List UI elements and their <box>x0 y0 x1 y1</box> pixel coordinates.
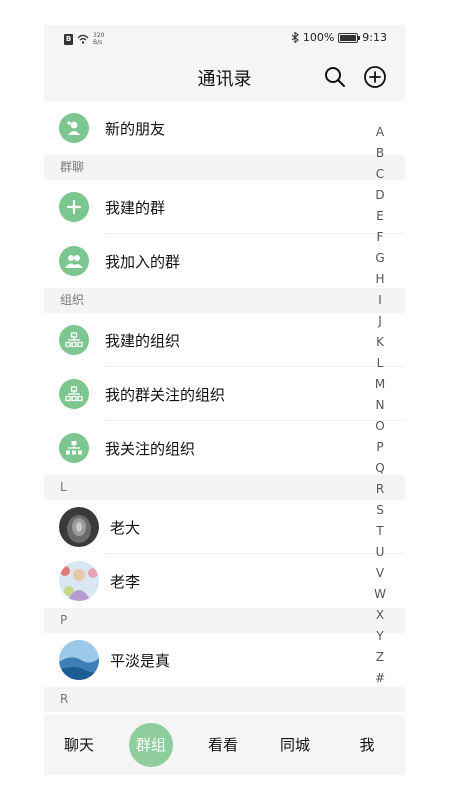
section-header-l: L <box>44 475 405 500</box>
index-letter[interactable]: D <box>374 185 386 206</box>
header-bar: 通讯录 <box>44 53 405 101</box>
index-letter[interactable]: A <box>374 122 386 143</box>
section-header-organizations: 组织 <box>44 288 405 313</box>
index-letter[interactable]: U <box>374 542 386 563</box>
avatar <box>59 507 99 547</box>
row-label: 我的群关注的组织 <box>105 386 226 404</box>
status-left: B 320 B/s <box>64 32 104 46</box>
net-speed-value: 320 <box>93 32 105 39</box>
index-letter[interactable]: Q <box>374 458 386 479</box>
index-letter[interactable]: F <box>374 227 386 248</box>
index-letter[interactable]: J <box>374 311 386 332</box>
row-contact-laoda[interactable]: 老大 <box>44 500 405 554</box>
org-tree-icon <box>59 433 89 463</box>
alphabet-index[interactable]: A B C D E F G H I J K L M N O P Q R S T U V W X Y Z # <box>374 122 386 689</box>
index-letter[interactable]: P <box>374 437 386 458</box>
battery-fill <box>340 34 357 41</box>
battery-percent: 100% <box>302 31 335 44</box>
tab-chat[interactable]: 聊天 <box>62 715 96 775</box>
index-letter[interactable]: # <box>374 668 386 689</box>
index-letter[interactable]: X <box>374 605 386 626</box>
index-letter[interactable]: M <box>374 374 386 395</box>
tab-groups[interactable]: 群组 <box>129 723 173 767</box>
row-label: 我关注的组织 <box>105 440 196 458</box>
index-letter[interactable]: Y <box>374 626 386 647</box>
add-friend-icon <box>59 113 89 143</box>
row-label: 我建的组织 <box>105 332 181 350</box>
net-speed-unit: B/s <box>93 39 103 46</box>
index-letter[interactable]: Z <box>374 647 386 668</box>
index-letter[interactable]: T <box>374 521 386 542</box>
tab-watch[interactable]: 看看 <box>206 715 240 775</box>
sim-icon: B <box>64 33 73 45</box>
section-header-p: P <box>44 608 405 633</box>
index-letter[interactable]: L <box>374 353 386 374</box>
contact-name: 老大 <box>110 519 141 537</box>
row-contact-pingdan[interactable]: 平淡是真 <box>44 633 405 687</box>
tab-me[interactable]: 我 <box>357 715 377 775</box>
index-letter[interactable]: I <box>374 290 386 311</box>
index-letter[interactable]: H <box>374 269 386 290</box>
org-chart-icon <box>59 379 89 409</box>
contact-name: 老李 <box>110 573 141 591</box>
index-letter[interactable]: E <box>374 206 386 227</box>
net-speed: 320 B/s <box>93 32 104 46</box>
row-label: 我建的群 <box>105 199 166 217</box>
index-letter[interactable]: K <box>374 332 386 353</box>
row-new-friends[interactable]: 新的朋友 <box>44 101 405 155</box>
index-letter[interactable]: B <box>374 143 386 164</box>
row-label: 新的朋友 <box>105 120 166 138</box>
phone-screen: B 320 B/s 100% 9:13 通讯录 新的朋友 群聊 我建的群 我加入… <box>44 25 405 775</box>
clock: 9:13 <box>362 31 387 44</box>
row-group-followed-orgs[interactable]: 我的群关注的组织 <box>44 367 405 421</box>
plus-icon <box>59 192 89 222</box>
wifi-icon <box>77 34 89 44</box>
group-people-icon <box>59 246 89 276</box>
avatar <box>59 561 99 601</box>
index-letter[interactable]: V <box>374 563 386 584</box>
row-contact-laoli[interactable]: 老李 <box>44 554 405 608</box>
index-letter[interactable]: S <box>374 500 386 521</box>
contact-name: 平淡是真 <box>110 652 171 670</box>
bluetooth-icon <box>291 32 299 43</box>
bottom-tab-bar: 聊天 群组 看看 同城 我 <box>44 715 405 775</box>
tab-city[interactable]: 同城 <box>278 715 312 775</box>
battery-icon <box>338 32 361 43</box>
index-letter[interactable]: C <box>374 164 386 185</box>
section-header-group-chat: 群聊 <box>44 155 405 180</box>
search-icon[interactable] <box>323 65 347 89</box>
org-chart-icon <box>59 325 89 355</box>
avatar <box>59 640 99 680</box>
index-letter[interactable]: G <box>374 248 386 269</box>
status-bar: B 320 B/s 100% 9:13 <box>44 25 405 53</box>
row-label: 我加入的群 <box>105 253 181 271</box>
status-right: 100% 9:13 <box>291 31 387 44</box>
index-letter[interactable]: O <box>374 416 386 437</box>
index-letter[interactable]: R <box>374 479 386 500</box>
row-my-orgs[interactable]: 我建的组织 <box>44 313 405 367</box>
index-letter[interactable]: W <box>374 584 386 605</box>
section-header-r: R <box>44 687 405 712</box>
add-circle-icon[interactable] <box>363 65 387 89</box>
row-followed-orgs[interactable]: 我关注的组织 <box>44 421 405 475</box>
index-letter[interactable]: N <box>374 395 386 416</box>
page-title: 通讯录 <box>197 69 252 90</box>
row-joined-groups[interactable]: 我加入的群 <box>44 234 405 288</box>
row-my-groups[interactable]: 我建的群 <box>44 180 405 234</box>
